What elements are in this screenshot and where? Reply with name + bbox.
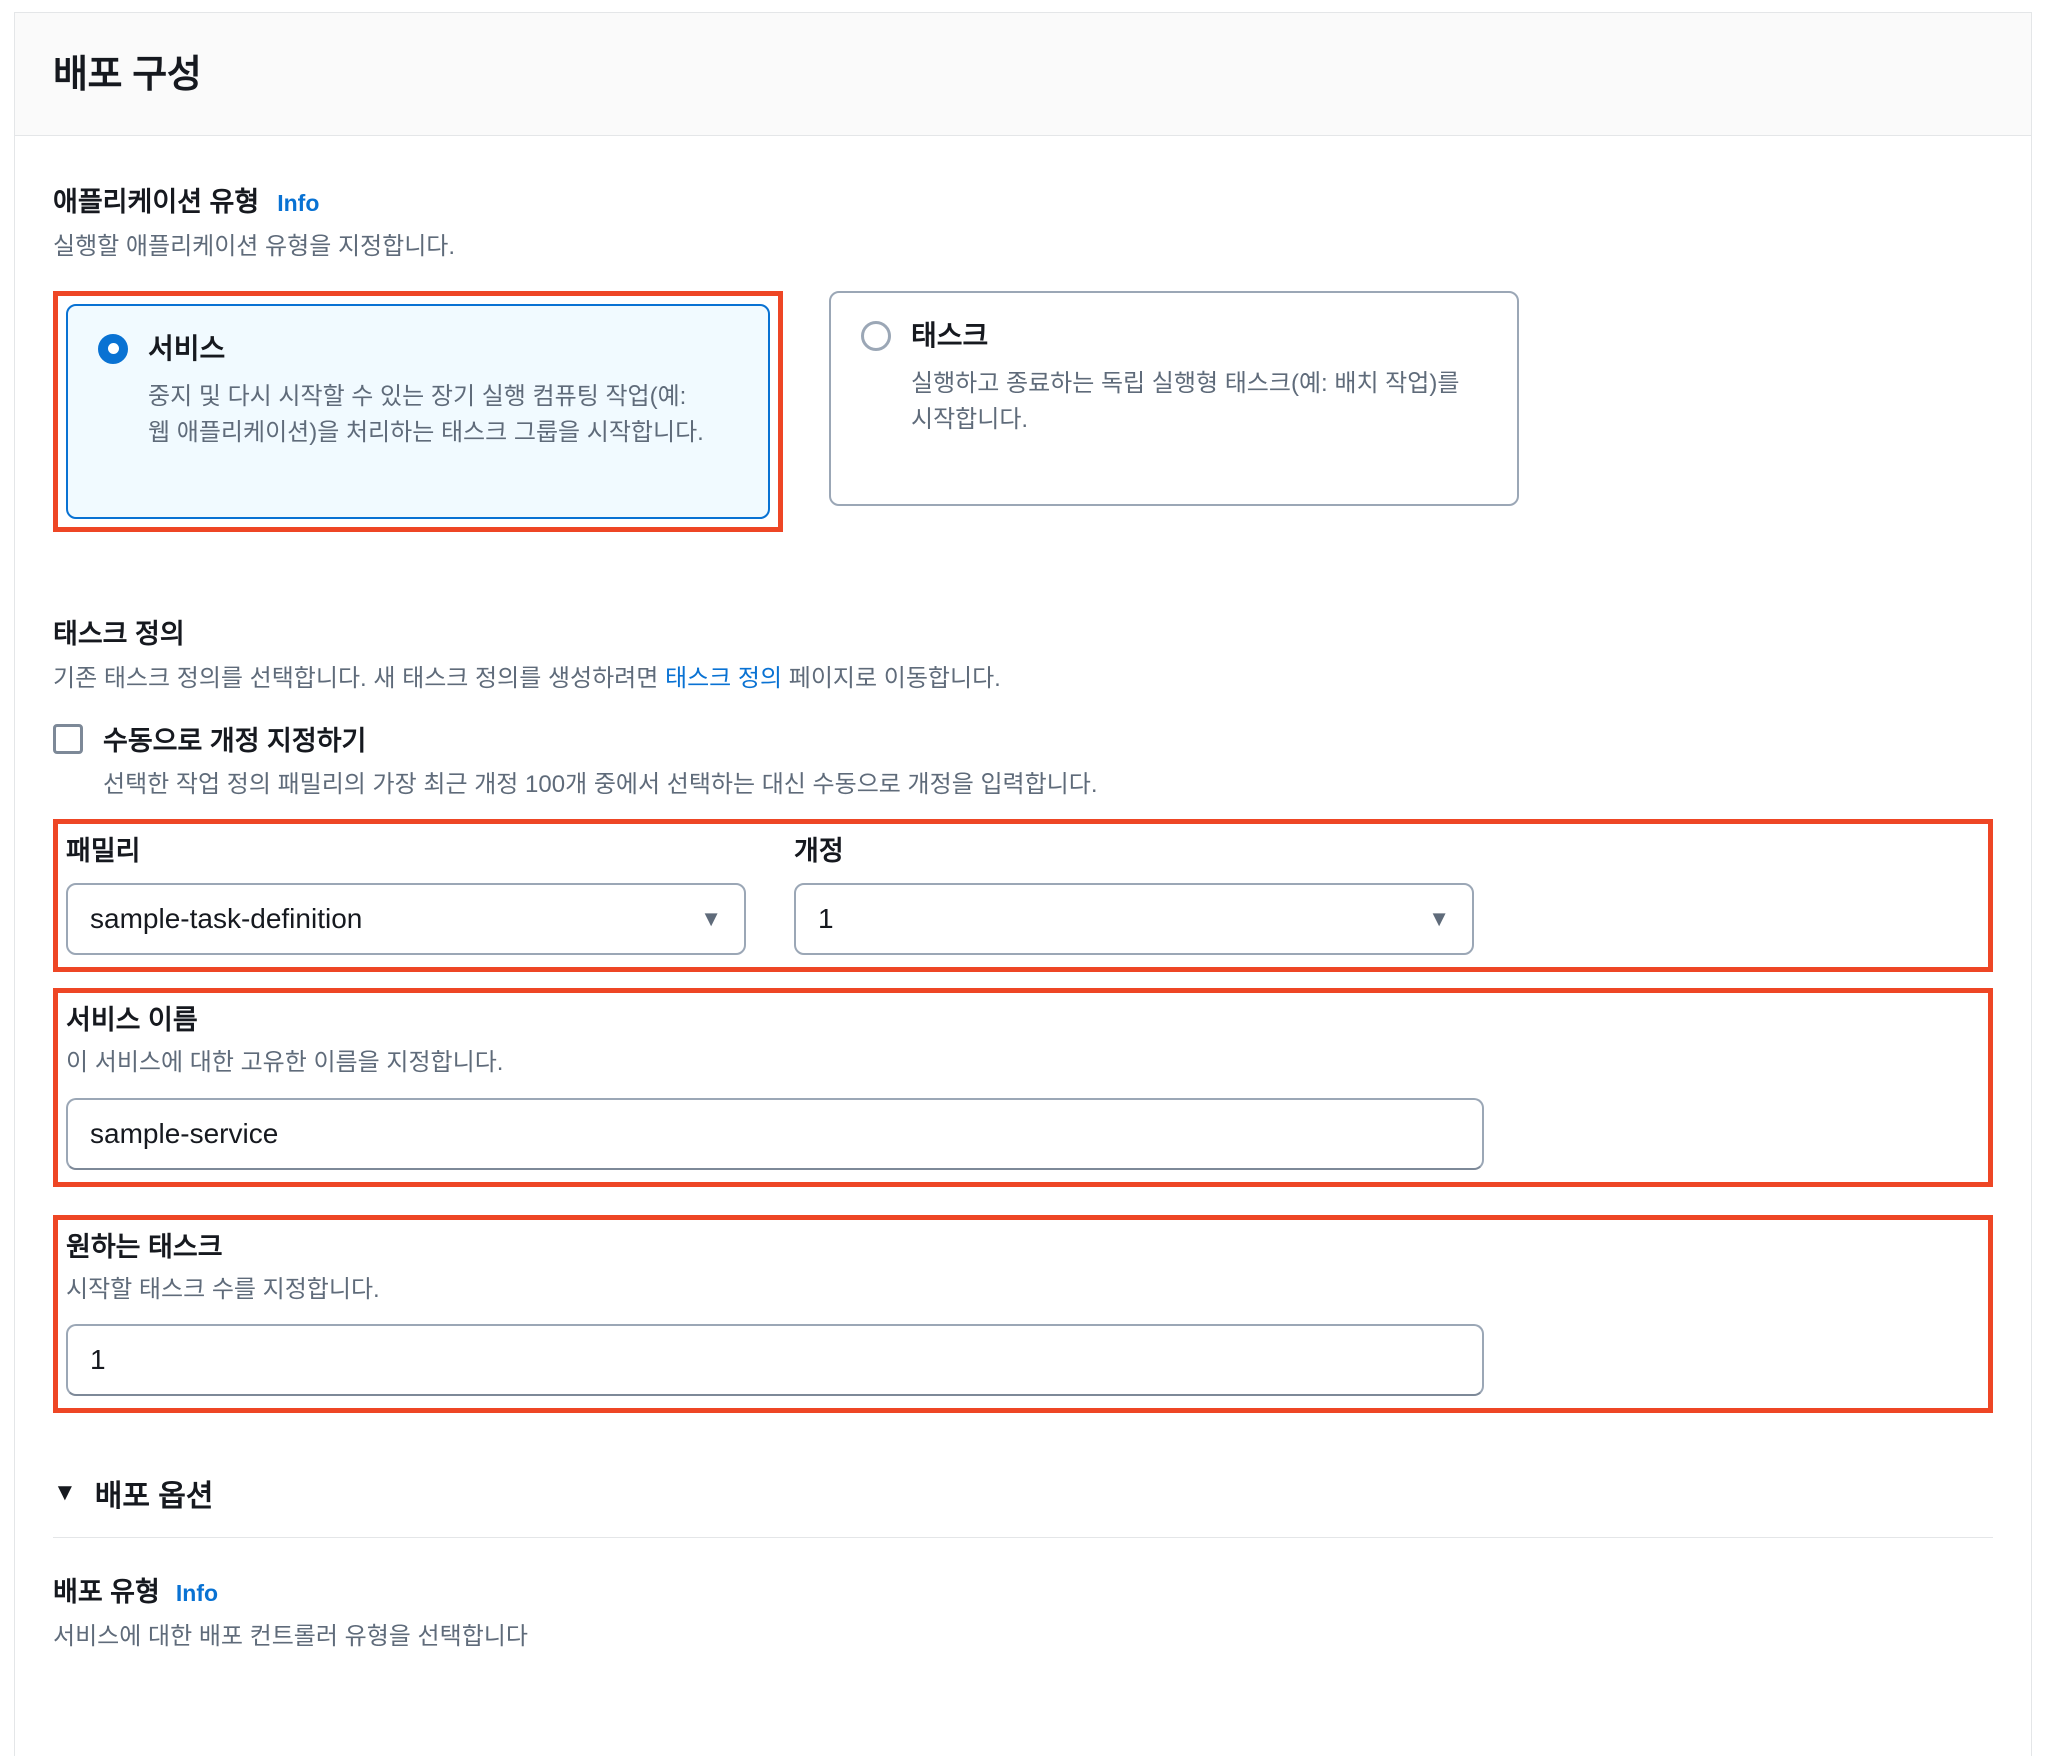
desired-tasks-field: 원하는 태스크 시작할 태스크 수를 지정합니다. 1: [66, 1230, 1980, 1397]
manual-revision-hint: 선택한 작업 정의 패밀리의 가장 최근 개정 100개 중에서 선택하는 대신…: [103, 771, 1098, 799]
task-definition-section: 태스크 정의 기존 태스크 정의를 선택합니다. 새 태스크 정의를 생성하려면…: [53, 616, 1993, 972]
radio-card-task-wrapper: 태스크 실행하고 종료하는 독립 실행형 태스크(예: 배치 작업)를 시작합니…: [829, 290, 1519, 532]
deployment-type-info-link[interactable]: Info: [176, 1580, 218, 1607]
desired-tasks-description: 시작할 태스크 수를 지정합니다.: [66, 1275, 380, 1303]
task-definition-description: 기존 태스크 정의를 선택합니다. 새 태스크 정의를 생성하려면 태스크 정의…: [53, 662, 1993, 697]
radio-card-task[interactable]: 태스크 실행하고 종료하는 독립 실행형 태스크(예: 배치 작업)를 시작합니…: [829, 290, 1519, 506]
panel-body: 애플리케이션 유형 Info 실행할 애플리케이션 유형을 지정합니다. 서비스…: [15, 136, 2031, 1654]
application-type-info-link[interactable]: Info: [277, 190, 319, 217]
service-name-description: 이 서비스에 대한 고유한 이름을 지정합니다.: [66, 1049, 504, 1077]
radio-card-service-description: 중지 및 다시 시작할 수 있는 장기 실행 컴퓨팅 작업(예: 웹 애플리케이…: [148, 383, 704, 447]
application-type-description: 실행할 애플리케이션 유형을 지정합니다.: [53, 233, 456, 261]
family-label: 패밀리: [66, 835, 141, 866]
revision-label: 개정: [794, 835, 844, 866]
deployment-configuration-page: 배포 구성 애플리케이션 유형 Info 실행할 애플리케이션 유형을 지정합니…: [0, 0, 2046, 1756]
annotation-box-service-card: 서비스 중지 및 다시 시작할 수 있는 장기 실행 컴퓨팅 작업(예: 웹 애…: [53, 290, 783, 532]
service-name-input-value: sample-service: [90, 1117, 279, 1149]
task-definition-description-before: 기존 태스크 정의를 선택합니다. 새 태스크 정의를 생성하려면: [53, 665, 666, 693]
deployment-type-label-row: 배포 유형 Info: [53, 1574, 1993, 1610]
section-divider: [53, 1537, 1993, 1539]
revision-field: 개정 1 ▼: [794, 834, 1474, 955]
annotation-box-family-revision: 패밀리 sample-task-definition ▼ 개정 1 ▼: [53, 818, 1993, 972]
revision-select[interactable]: 1 ▼: [794, 882, 1474, 955]
page-title: 배포 구성: [53, 54, 202, 96]
radio-unselected-icon[interactable]: [861, 320, 891, 351]
panel-header: 배포 구성: [15, 13, 2031, 136]
radio-card-task-head: 태스크: [861, 319, 1487, 353]
manual-revision-checkbox-row[interactable]: 수동으로 개정 지정하기: [53, 719, 1993, 758]
deployment-options-expander[interactable]: ▼ 배포 옵션: [53, 1471, 1993, 1515]
annotation-box-service-name: 서비스 이름 이 서비스에 대한 고유한 이름을 지정합니다. sample-s…: [53, 987, 1993, 1187]
manual-revision-checkbox[interactable]: [53, 723, 83, 754]
application-type-section: 애플리케이션 유형 Info 실행할 애플리케이션 유형을 지정합니다. 서비스…: [53, 184, 1993, 532]
task-definition-description-after: 페이지로 이동합니다.: [782, 665, 1001, 693]
desired-tasks-input-value: 1: [90, 1344, 106, 1376]
task-definition-page-link[interactable]: 태스크 정의: [665, 665, 782, 692]
deployment-type-label: 배포 유형: [53, 1577, 160, 1608]
deployment-type-section: 배포 유형 Info 서비스에 대한 배포 컨트롤러 유형을 선택합니다: [53, 1574, 1993, 1653]
radio-card-task-title: 태스크: [911, 319, 989, 351]
deployment-type-description: 서비스에 대한 배포 컨트롤러 유형을 선택합니다: [53, 1622, 528, 1650]
radio-selected-icon[interactable]: [98, 333, 128, 364]
chevron-down-icon: ▼: [1428, 905, 1450, 931]
radio-card-service-head: 서비스: [98, 332, 738, 366]
revision-select-value: 1: [818, 902, 834, 934]
family-field: 패밀리 sample-task-definition ▼: [66, 834, 746, 955]
desired-tasks-label: 원하는 태스크: [66, 1231, 223, 1262]
task-definition-label: 태스크 정의: [53, 618, 185, 649]
deployment-options-title: 배포 옵션: [94, 1480, 214, 1514]
radio-card-task-description: 실행하고 종료하는 독립 실행형 태스크(예: 배치 작업)를 시작합니다.: [911, 370, 1460, 434]
radio-card-service-title: 서비스: [148, 332, 226, 364]
service-name-field: 서비스 이름 이 서비스에 대한 고유한 이름을 지정합니다. sample-s…: [66, 1003, 1980, 1170]
service-name-label: 서비스 이름: [66, 1004, 198, 1035]
application-type-label-row: 애플리케이션 유형 Info: [53, 184, 1993, 220]
desired-tasks-input[interactable]: 1: [66, 1324, 1484, 1397]
caret-down-icon: ▼: [53, 1479, 77, 1507]
family-select-value: sample-task-definition: [90, 902, 363, 934]
family-select[interactable]: sample-task-definition ▼: [66, 882, 746, 955]
radio-card-service[interactable]: 서비스 중지 및 다시 시작할 수 있는 장기 실행 컴퓨팅 작업(예: 웹 애…: [66, 303, 770, 519]
panel-container: 배포 구성 애플리케이션 유형 Info 실행할 애플리케이션 유형을 지정합니…: [14, 12, 2032, 1756]
manual-revision-checkbox-label: 수동으로 개정 지정하기: [103, 726, 367, 757]
service-name-input[interactable]: sample-service: [66, 1097, 1484, 1170]
chevron-down-icon: ▼: [700, 905, 722, 931]
application-type-options: 서비스 중지 및 다시 시작할 수 있는 장기 실행 컴퓨팅 작업(예: 웹 애…: [53, 290, 1993, 532]
annotation-box-desired-tasks: 원하는 태스크 시작할 태스크 수를 지정합니다. 1: [53, 1214, 1993, 1414]
family-revision-row: 패밀리 sample-task-definition ▼ 개정 1 ▼: [66, 834, 1980, 955]
application-type-label: 애플리케이션 유형: [53, 186, 260, 217]
